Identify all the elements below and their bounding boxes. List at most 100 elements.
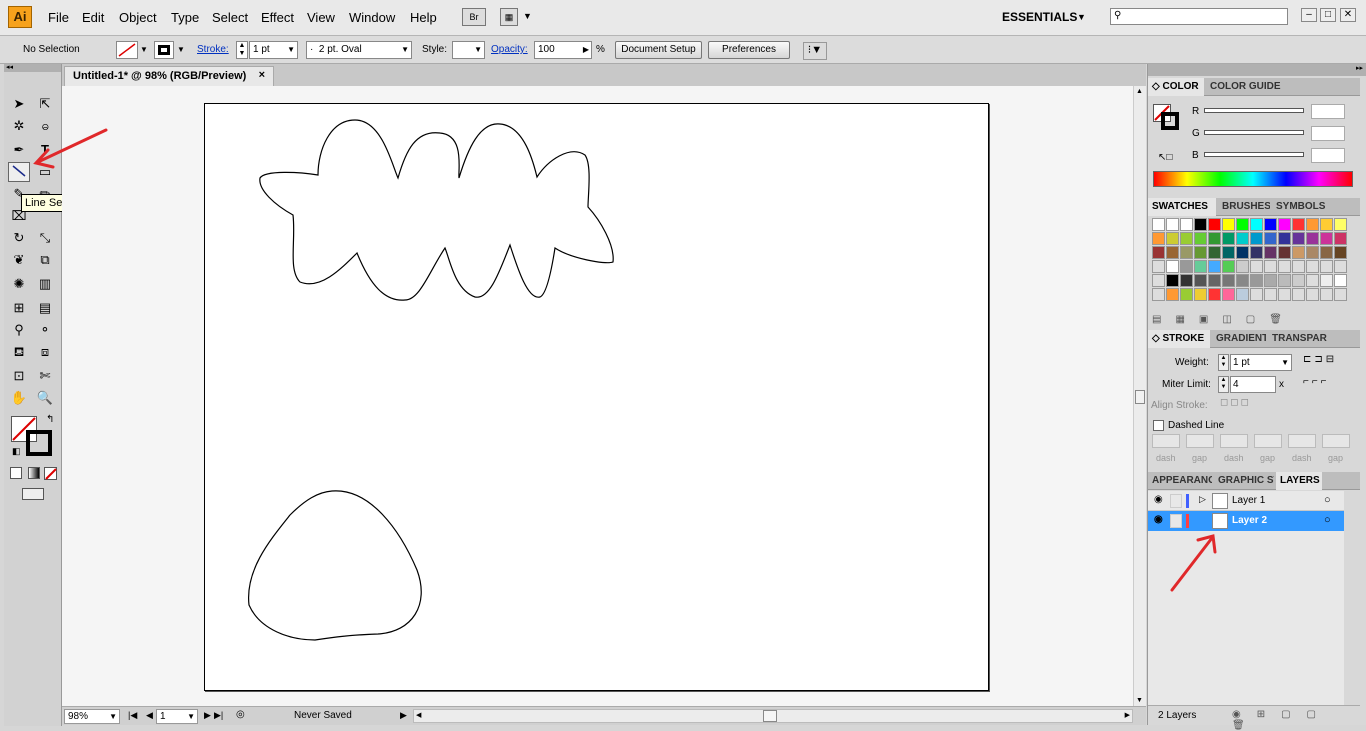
previous-artboard-icon[interactable]: ◀ [146,710,153,721]
swatch[interactable] [1166,274,1179,287]
swatch[interactable] [1334,274,1347,287]
swatch[interactable] [1250,288,1263,301]
swatch[interactable] [1306,232,1319,245]
tab-transparency[interactable]: TRANSPAR [1268,330,1360,348]
r-slider[interactable] [1204,108,1304,113]
swatch[interactable] [1278,218,1291,231]
swatch[interactable] [1194,260,1207,273]
swatch-grid[interactable] [1152,218,1362,308]
b-value-field[interactable] [1311,148,1345,163]
tab-color-guide[interactable]: COLOR GUIDE [1206,78,1286,96]
weight-field[interactable]: 1 pt ▼ [1230,354,1292,371]
zoom-field[interactable]: 98% ▼ [64,709,120,724]
swatch[interactable] [1264,288,1277,301]
swatch[interactable] [1320,274,1333,287]
swatch[interactable] [1236,288,1249,301]
swatch[interactable] [1334,246,1347,259]
swatch[interactable] [1180,218,1193,231]
panel-expand-icon[interactable]: ▸▸ [1148,64,1366,76]
swatch[interactable] [1166,288,1179,301]
swatch[interactable] [1194,232,1207,245]
swatch[interactable] [1208,246,1221,259]
swatch[interactable] [1334,260,1347,273]
swatch[interactable] [1278,288,1291,301]
swatch[interactable] [1320,246,1333,259]
swatch[interactable] [1306,260,1319,273]
align-stroke-buttons[interactable]: ◻◻◻ [1220,397,1256,414]
swatch[interactable] [1278,246,1291,259]
swatch[interactable] [1278,232,1291,245]
swatch[interactable] [1166,232,1179,245]
swatch[interactable] [1222,288,1235,301]
out-of-gamut-icon[interactable]: ↖□ [1158,152,1172,163]
swatch[interactable] [1250,246,1263,259]
swatch[interactable] [1292,260,1305,273]
target-circle-icon[interactable]: ○ [1324,494,1331,506]
swatch[interactable] [1264,274,1277,287]
lock-toggle[interactable] [1170,494,1182,508]
swatch[interactable] [1250,274,1263,287]
swatch[interactable] [1180,288,1193,301]
swatch[interactable] [1236,218,1249,231]
visibility-eye-icon[interactable]: ◉ [1154,514,1163,525]
swatch[interactable] [1180,232,1193,245]
tab-appearance[interactable]: APPEARANC [1148,472,1212,490]
r-value-field[interactable] [1311,104,1345,119]
swatch[interactable] [1320,218,1333,231]
swatch[interactable] [1236,260,1249,273]
miter-stepper[interactable]: ▲ ▼ [1218,376,1229,393]
cap-buttons[interactable]: ⊏⊐⊟ [1303,354,1359,371]
tab-symbols[interactable]: SYMBOLS [1272,198,1360,216]
b-slider[interactable] [1204,152,1304,157]
dash-fields[interactable] [1152,434,1362,448]
weight-stepper[interactable]: ▲ ▼ [1218,354,1229,371]
swatch[interactable] [1292,232,1305,245]
layer-row-1[interactable]: ◉ ▷ Layer 1 ○ [1148,491,1344,511]
swatch[interactable] [1292,288,1305,301]
last-artboard-icon[interactable]: ▶| [214,710,223,721]
swatch[interactable] [1222,232,1235,245]
tab-color[interactable]: ◇ COLOR [1148,78,1204,96]
swatch[interactable] [1264,246,1277,259]
expand-arrow-icon[interactable]: ▷ [1199,494,1206,505]
swatch[interactable] [1236,274,1249,287]
swatch[interactable] [1264,260,1277,273]
tab-layers[interactable]: LAYERS [1276,472,1322,490]
swatch[interactable] [1222,274,1235,287]
tab-stroke[interactable]: ◇ STROKE [1148,330,1210,348]
swatch[interactable] [1180,274,1193,287]
color-spectrum[interactable] [1153,171,1353,187]
vertical-scrollbar[interactable]: ▲ ▼ [1133,86,1146,706]
swatch[interactable] [1180,246,1193,259]
swatch[interactable] [1250,218,1263,231]
tab-gradient[interactable]: GRADIENT [1212,330,1266,348]
next-artboard-icon[interactable]: ▶ [204,710,211,721]
swatch[interactable] [1292,218,1305,231]
status-menu-icon[interactable]: ▶ [400,710,407,721]
dashed-line-checkbox[interactable] [1153,420,1164,431]
swatch[interactable] [1320,260,1333,273]
swatch[interactable] [1152,260,1165,273]
swatch[interactable] [1292,246,1305,259]
swatch[interactable] [1278,274,1291,287]
swatch[interactable] [1194,246,1207,259]
g-value-field[interactable] [1311,126,1345,141]
swatch[interactable] [1320,232,1333,245]
swatch[interactable] [1152,274,1165,287]
horizontal-scrollbar[interactable]: ◀ ▶ [413,709,1133,723]
lock-toggle[interactable] [1170,514,1182,528]
swatch[interactable] [1250,260,1263,273]
swatch[interactable] [1278,260,1291,273]
stroke-proxy-swatch[interactable] [1161,112,1179,130]
swatch[interactable] [1320,288,1333,301]
scroll-thumb[interactable] [1135,390,1145,404]
swatch[interactable] [1152,246,1165,259]
swatch[interactable] [1152,288,1165,301]
swatch[interactable] [1152,218,1165,231]
target-circle-icon[interactable]: ○ [1324,514,1331,526]
swatch[interactable] [1222,246,1235,259]
layers-footer-icons[interactable]: ◉⊞▢▢🗑 [1232,709,1360,731]
g-slider[interactable] [1204,130,1304,135]
swatch[interactable] [1166,218,1179,231]
join-buttons[interactable]: ⌐⌐⌐ [1303,376,1359,393]
